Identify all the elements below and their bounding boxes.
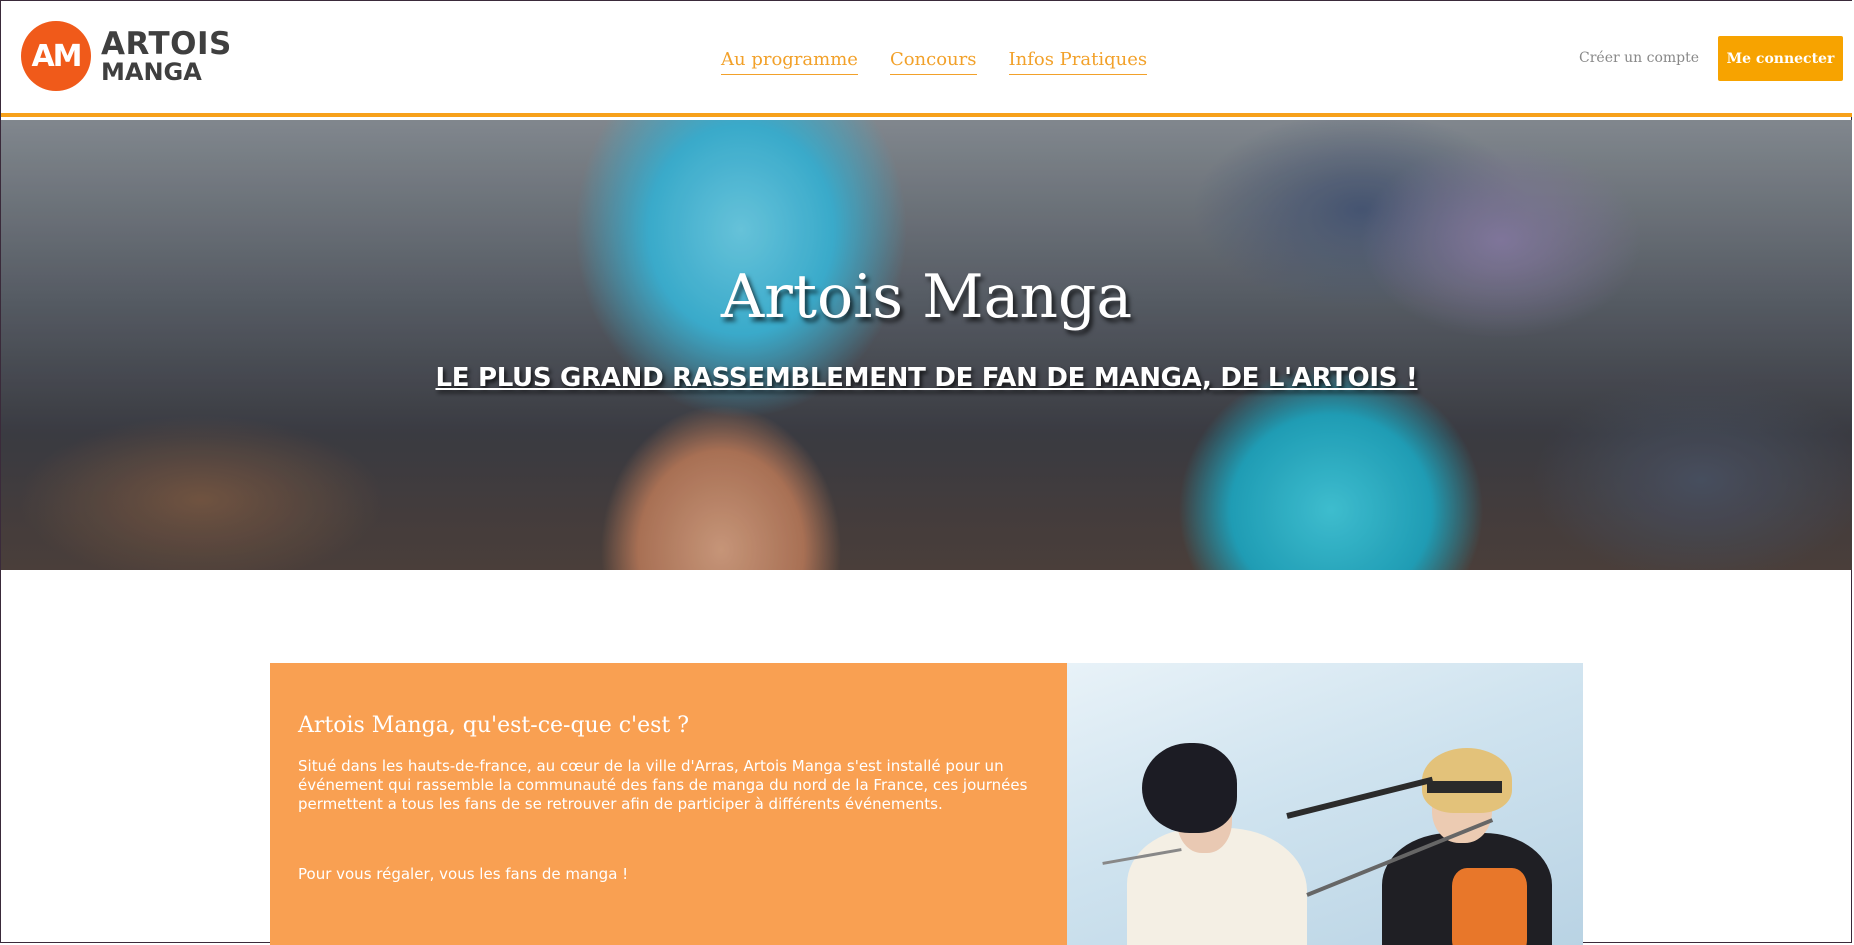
cosplayer-right-headband bbox=[1427, 781, 1502, 793]
logo-monogram: AM bbox=[21, 21, 91, 91]
sword-raised bbox=[1286, 776, 1434, 819]
logo-line-1: ARTOIS bbox=[101, 25, 232, 62]
hero-title: Artois Manga bbox=[720, 262, 1133, 332]
nav-link-au-programme[interactable]: Au programme bbox=[721, 49, 858, 75]
cosplayer-left-hair bbox=[1142, 743, 1237, 833]
hero-banner: Artois Manga LE PLUS GRAND RASSEMBLEMENT… bbox=[1, 120, 1852, 570]
hero-subtitle: LE PLUS GRAND RASSEMBLEMENT DE FAN DE MA… bbox=[435, 363, 1418, 393]
main-nav: Au programme Concours Infos Pratiques bbox=[721, 49, 1148, 75]
about-panel: Artois Manga, qu'est-ce-que c'est ? Situ… bbox=[270, 663, 1067, 945]
about-paragraph-1: Situé dans les hauts-de-france, au cœur … bbox=[298, 757, 1028, 813]
hero-background-image bbox=[1, 120, 1852, 570]
cosplayer-right-vest bbox=[1452, 868, 1527, 945]
logo-line-2: MANGA bbox=[101, 57, 202, 86]
cosplay-photo bbox=[1067, 663, 1583, 945]
hero-subtitle-wrap: LE PLUS GRAND RASSEMBLEMENT DE FAN DE MA… bbox=[1, 363, 1852, 393]
logo-wordmark: ARTOIS MANGA bbox=[101, 25, 232, 86]
site-logo[interactable]: AM ARTOIS MANGA bbox=[21, 21, 232, 91]
nav-link-concours[interactable]: Concours bbox=[889, 49, 977, 75]
about-paragraph-2: Pour vous régaler, vous les fans de mang… bbox=[298, 865, 629, 883]
create-account-link[interactable]: Créer un compte bbox=[1579, 50, 1699, 66]
about-title: Artois Manga, qu'est-ce-que c'est ? bbox=[298, 713, 690, 738]
login-button[interactable]: Me connecter bbox=[1718, 36, 1843, 81]
nav-link-infos-pratiques[interactable]: Infos Pratiques bbox=[1008, 49, 1148, 75]
site-header: AM ARTOIS MANGA Au programme Concours In… bbox=[1, 1, 1852, 117]
